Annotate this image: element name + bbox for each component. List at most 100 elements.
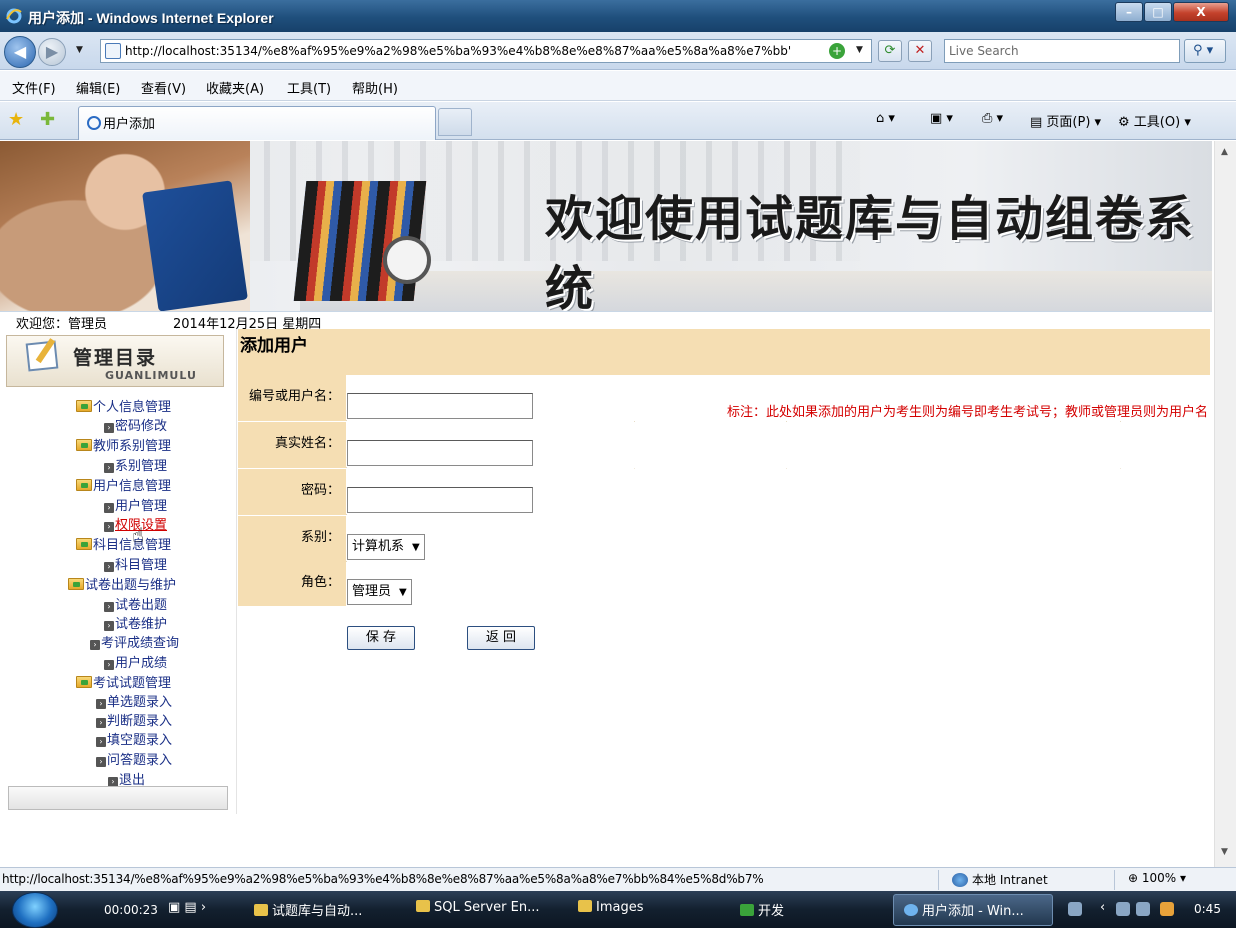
favorites-star-icon[interactable]: ★ bbox=[8, 109, 24, 130]
sidebar-item-subject-mgmt[interactable]: › 科目管理 bbox=[104, 554, 167, 573]
keyboard-icon[interactable] bbox=[1068, 902, 1082, 916]
task-label: Images bbox=[596, 900, 644, 915]
sidebar-item-question-mgmt[interactable]: 考试试题管理 bbox=[76, 672, 171, 691]
search-input[interactable]: Live Search bbox=[944, 39, 1180, 63]
sidebar-item-qa[interactable]: › 问答题录入 bbox=[96, 749, 172, 768]
refresh-button[interactable]: ⟳ bbox=[878, 40, 902, 62]
tray-expand-icon[interactable]: ‹ bbox=[1100, 900, 1105, 915]
sidebar-item-label: 科目管理 bbox=[115, 558, 168, 573]
back-button[interactable]: ◀ bbox=[4, 36, 36, 68]
tools-menu-label: 工具(O) bbox=[1133, 115, 1181, 130]
menu-tools[interactable]: 工具(T) bbox=[287, 78, 331, 97]
address-bar: ◀ ▶ ▼ http://localhost:35134/%e8%af%95%e… bbox=[0, 32, 1236, 70]
sidebar-item-score-query[interactable]: › 考评成绩查询 bbox=[90, 632, 179, 651]
sidebar-item-password[interactable]: › 密码修改 bbox=[104, 415, 167, 434]
menu-help[interactable]: 帮助(H) bbox=[352, 78, 398, 97]
sidebar-item-label: 试卷出题与维护 bbox=[85, 578, 177, 593]
home-icon[interactable]: ⌂ ▾ bbox=[876, 111, 895, 126]
actions-cell: 保 存 返 回 bbox=[238, 606, 1210, 652]
sidebar-item-label: 试卷维护 bbox=[115, 617, 168, 632]
url-dropdown-icon[interactable]: ▼ bbox=[856, 45, 863, 55]
sidebar-item-personal-info[interactable]: 个人信息管理 bbox=[76, 396, 171, 415]
tools-menu-button[interactable]: ⚙ 工具(O) ▾ bbox=[1118, 111, 1191, 130]
menu-edit[interactable]: 编辑(E) bbox=[76, 78, 120, 97]
realname-cell bbox=[347, 422, 1210, 468]
sidebar-item-user-score[interactable]: › 用户成绩 bbox=[104, 652, 167, 671]
task-label: 用户添加 - Win... bbox=[922, 904, 1024, 919]
maximize-button[interactable]: □ bbox=[1144, 2, 1172, 22]
department-label: 系别： bbox=[238, 516, 346, 562]
feeds-icon[interactable]: ▣ ▾ bbox=[930, 111, 953, 126]
stop-button[interactable]: ✕ bbox=[908, 40, 932, 62]
sidebar-item-label: 单选题录入 bbox=[107, 695, 173, 710]
new-tab-button[interactable] bbox=[438, 108, 472, 136]
sidebar-item-exam-create[interactable]: › 试卷出题 bbox=[104, 594, 167, 613]
compatibility-icon[interactable]: + bbox=[829, 43, 845, 59]
start-button[interactable] bbox=[12, 892, 58, 928]
task-sql-server[interactable]: SQL Server En... bbox=[416, 900, 539, 915]
maximize-icon: □ bbox=[1152, 5, 1164, 19]
print-icon[interactable]: ⎙ ▾ bbox=[982, 111, 1003, 126]
menu-file[interactable]: 文件(F) bbox=[12, 78, 56, 97]
arrow-icon: › bbox=[104, 602, 114, 612]
form-row-actions: 保 存 返 回 bbox=[238, 606, 1210, 652]
sidebar-item-label: 考试试题管理 bbox=[93, 676, 172, 691]
user-icon[interactable] bbox=[1160, 902, 1174, 916]
password-input[interactable] bbox=[347, 487, 533, 513]
page-menu-button[interactable]: ▤ 页面(P) ▾ bbox=[1030, 111, 1101, 130]
sidebar-item-dept-mgmt[interactable]: › 系别管理 bbox=[104, 455, 167, 474]
forward-arrow-icon: ▶ bbox=[45, 42, 59, 61]
sidebar-item-true-false[interactable]: › 判断题录入 bbox=[96, 710, 172, 729]
task-dev[interactable]: 开发 bbox=[740, 900, 784, 919]
page-icon bbox=[105, 43, 121, 59]
vertical-scrollbar[interactable]: ▲ ▼ bbox=[1214, 141, 1236, 867]
volume-icon[interactable] bbox=[1136, 902, 1150, 916]
network-icon[interactable] bbox=[1116, 902, 1130, 916]
tab-current[interactable]: 用户添加 bbox=[78, 106, 436, 140]
url-field[interactable]: http://localhost:35134/%e8%af%95%e9%a2%9… bbox=[100, 39, 872, 63]
folder-icon bbox=[76, 439, 92, 451]
arrow-icon: › bbox=[96, 737, 106, 747]
role-select[interactable]: 管理员 ▼ bbox=[347, 579, 412, 605]
system-clock[interactable]: 0:45 bbox=[1194, 902, 1221, 916]
zoom-icon: ⊕ bbox=[1128, 871, 1142, 885]
history-dropdown-icon[interactable]: ▼ bbox=[76, 45, 83, 55]
realname-input[interactable] bbox=[347, 440, 533, 466]
zone-label: 本地 Intranet bbox=[972, 873, 1048, 887]
forward-button[interactable]: ▶ bbox=[38, 38, 66, 66]
menu-view[interactable]: 查看(V) bbox=[141, 78, 186, 97]
save-button[interactable]: 保 存 bbox=[347, 626, 415, 650]
arrow-icon: › bbox=[96, 718, 106, 728]
sidebar-item-user-info[interactable]: 用户信息管理 bbox=[76, 475, 171, 494]
quicklaunch-icons[interactable]: ▣ ▤ › bbox=[168, 900, 206, 915]
menu-favorites[interactable]: 收藏夹(A) bbox=[206, 78, 264, 97]
sidebar-item-single-choice[interactable]: › 单选题录入 bbox=[96, 691, 172, 710]
sidebar-item-exam-edit[interactable]: › 试卷维护 bbox=[104, 613, 167, 632]
arrow-icon: › bbox=[104, 621, 114, 631]
task-images[interactable]: Images bbox=[578, 900, 644, 915]
sidebar-item-user-mgmt[interactable]: › 用户管理 bbox=[104, 495, 167, 514]
task-ie-label[interactable]: 用户添加 - Win... bbox=[904, 900, 1024, 919]
folder-icon bbox=[76, 676, 92, 688]
username-label: 编号或用户名： bbox=[238, 375, 346, 421]
menu-bar: 文件(F) 编辑(E) 查看(V) 收藏夹(A) 工具(T) 帮助(H) bbox=[0, 71, 1236, 101]
security-zone[interactable]: 本地 Intranet bbox=[952, 871, 1048, 888]
sidebar-item-fill-blank[interactable]: › 填空题录入 bbox=[96, 729, 172, 748]
scroll-up-icon[interactable]: ▲ bbox=[1221, 147, 1228, 157]
app-icon bbox=[416, 900, 430, 912]
scroll-down-icon[interactable]: ▼ bbox=[1221, 847, 1228, 857]
username-input[interactable] bbox=[347, 393, 533, 419]
sidebar-item-exam-maintain[interactable]: 试卷出题与维护 bbox=[68, 574, 176, 593]
department-select[interactable]: 计算机系 ▼ bbox=[347, 534, 425, 560]
back-button-form[interactable]: 返 回 bbox=[467, 626, 535, 650]
zoom-control[interactable]: ⊕ 100% ▾ bbox=[1128, 871, 1186, 885]
app-icon bbox=[254, 904, 268, 916]
arrow-icon: › bbox=[96, 757, 106, 767]
close-button[interactable]: X bbox=[1173, 2, 1229, 22]
sidebar-item-subject-info[interactable]: 科目信息管理 bbox=[76, 534, 171, 553]
search-button[interactable]: ⚲ ▾ bbox=[1184, 39, 1226, 63]
sidebar-item-teacher-dept[interactable]: 教师系别管理 bbox=[76, 435, 171, 454]
minimize-button[interactable]: – bbox=[1115, 2, 1143, 22]
task-question-bank[interactable]: 试题库与自动... bbox=[254, 900, 362, 919]
add-favorite-icon[interactable]: ✚ bbox=[40, 109, 55, 130]
